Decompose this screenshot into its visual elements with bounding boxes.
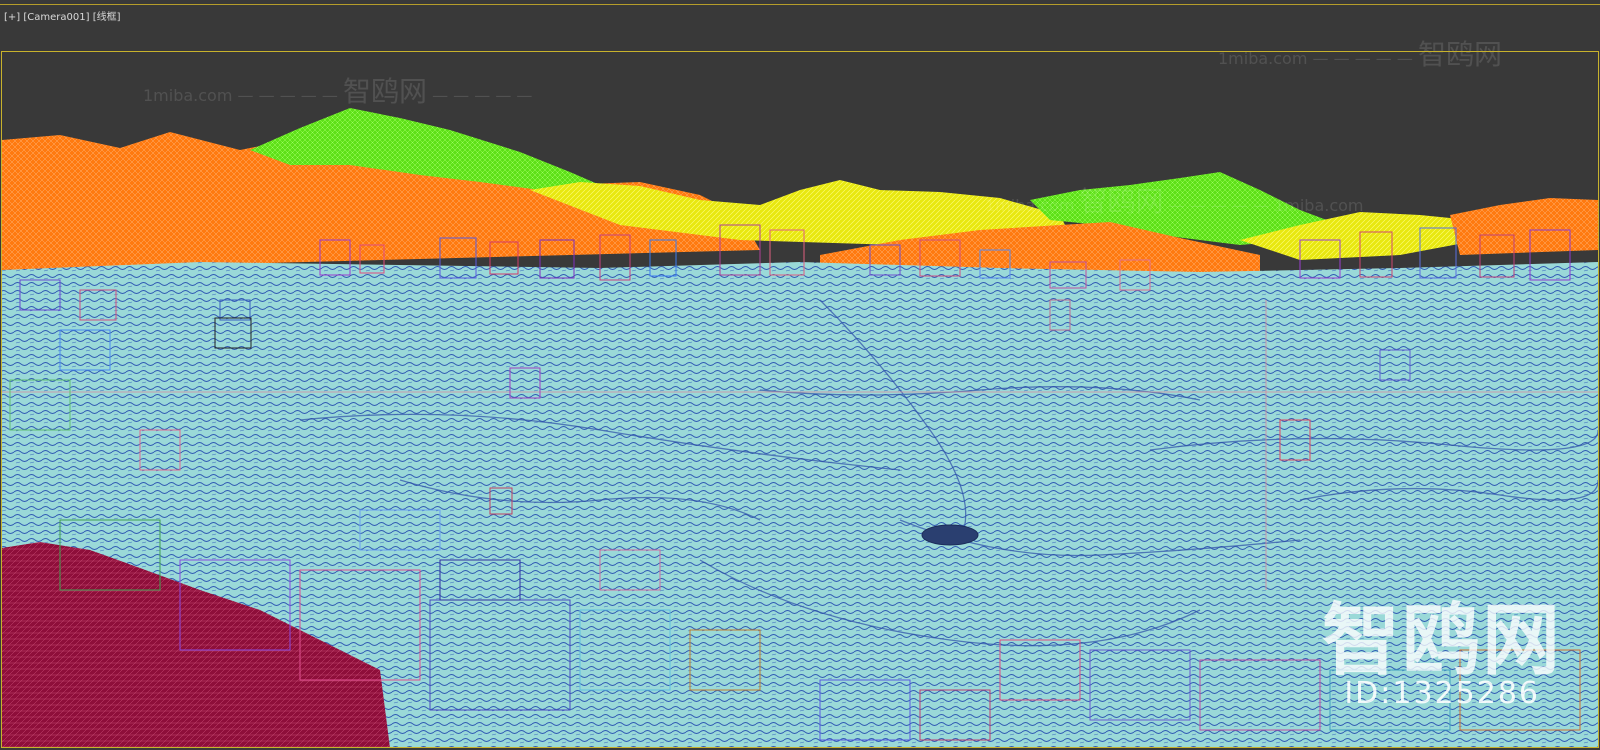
viewport-shading-menu[interactable]: [线框]: [93, 12, 121, 23]
watermark-site-left: 1miba.com — — — — — 智鸥网 — — — — —: [143, 75, 533, 108]
viewport-menu-plus[interactable]: [+]: [4, 12, 20, 23]
watermark-logo-large: 智鸥网: [1321, 596, 1562, 686]
watermark-id: ID:1325286: [1344, 676, 1540, 711]
mountain-orange-right: [1450, 198, 1598, 255]
viewport-top-border: [0, 4, 1600, 5]
terrain-pond: [921, 524, 979, 546]
viewport-camera-menu[interactable]: [Camera001]: [23, 12, 89, 23]
watermark-site-center: 1miba.com 智鸥网 — — — — — 1miba.com: [985, 185, 1364, 218]
watermark-site-top-right: 1miba.com — — — — — 智鸥网: [1218, 38, 1502, 71]
viewport-label: [+] [Camera001] [线框]: [4, 8, 121, 23]
wireframe-viewport[interactable]: [+] [Camera001] [线框] 1miba.com — — — — —…: [0, 0, 1600, 750]
